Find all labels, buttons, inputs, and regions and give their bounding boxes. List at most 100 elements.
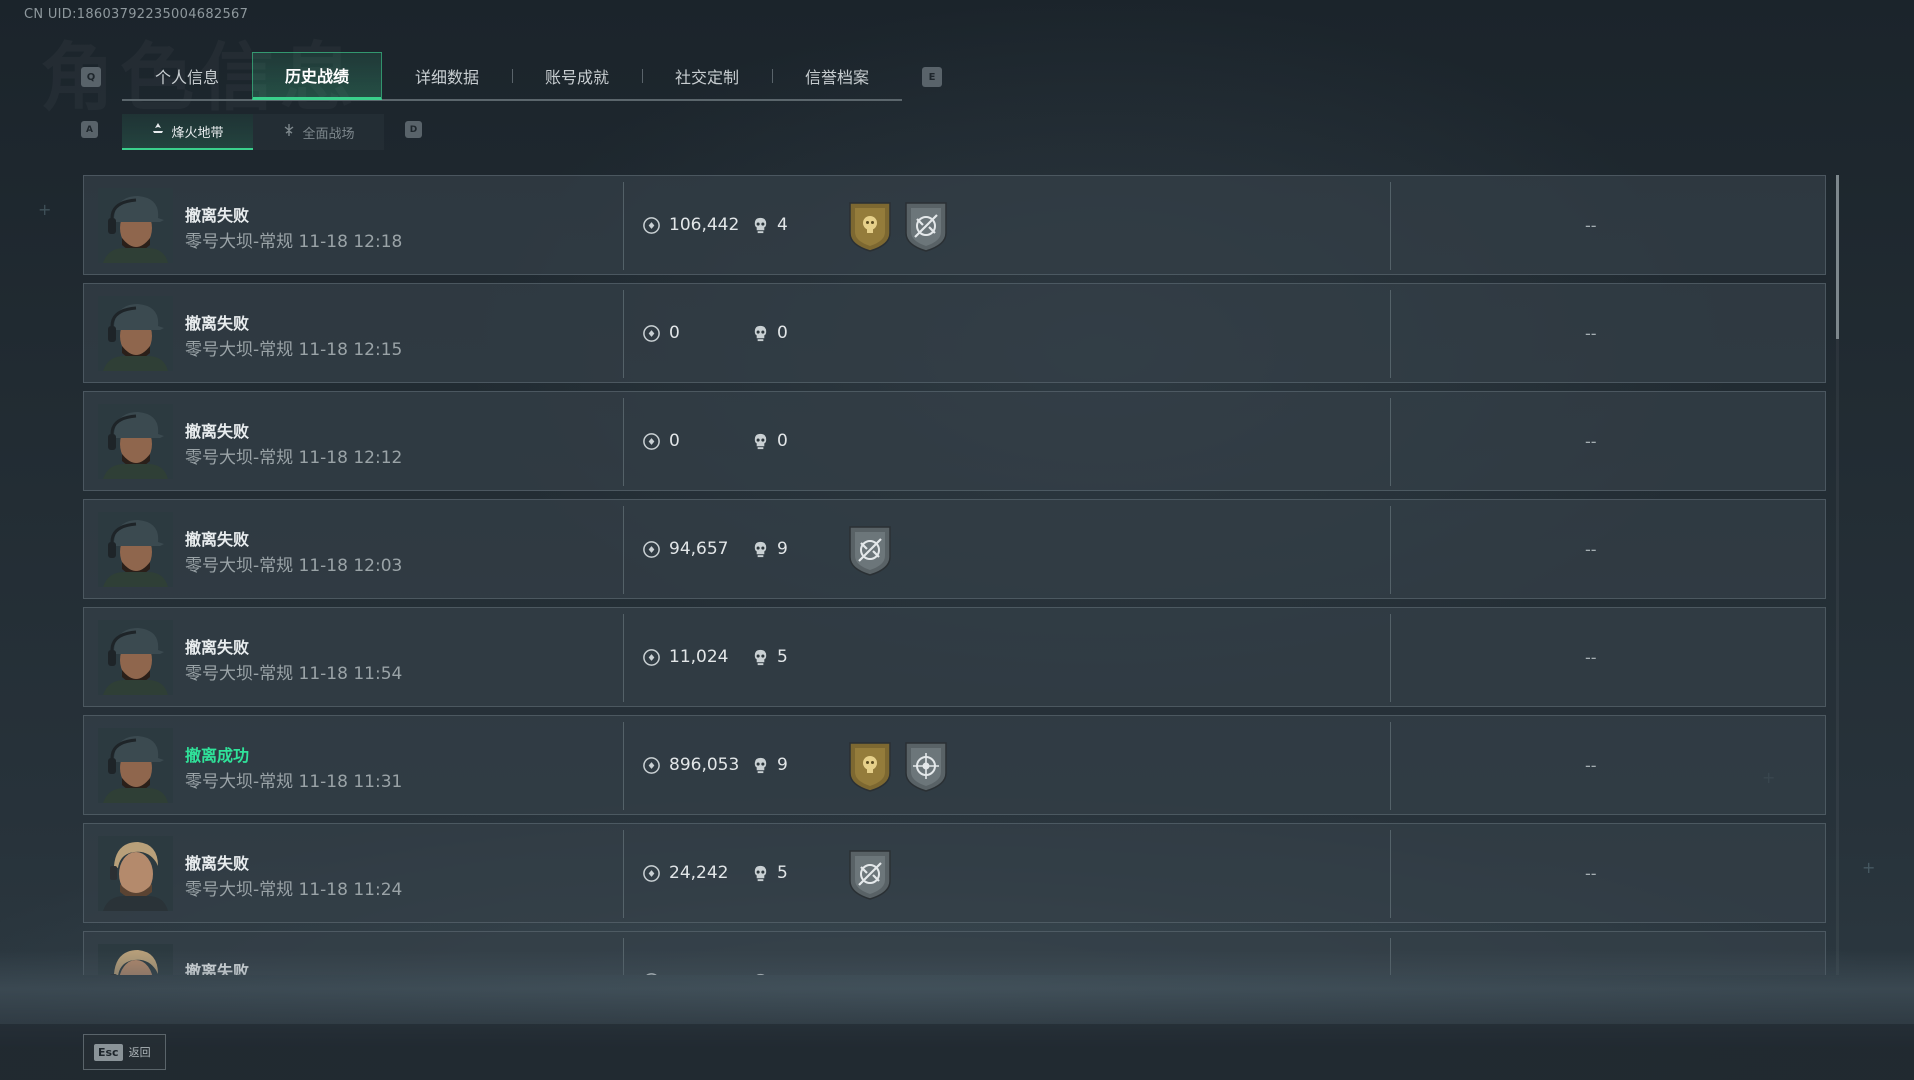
prev-tab-key-hint[interactable]: Q [81,67,101,87]
match-record-row[interactable]: 撤离失败零号大坝-常规 11-18 12:03 94,657 9 -- [83,499,1826,599]
match-record-row[interactable]: 撤离失败 零号大坝-常规 11-18 11:24 24,242 5 -- [83,823,1826,923]
kill-count: 5 [777,647,788,667]
kill-count: 0 [777,323,788,343]
kills-skull-icon [751,216,770,235]
loot-value: 0 [669,323,680,343]
extraction-status: 撤离失败 [185,206,250,225]
gray-target-badge[interactable] [903,739,949,793]
column-divider [623,830,624,918]
coin-value-icon [642,324,661,343]
scrollbar-thumb[interactable] [1836,175,1839,339]
column-divider [623,614,624,702]
next-tab-key-hint[interactable]: E [922,67,942,87]
coin-value-icon [642,864,661,883]
subtab-1[interactable]: 全面战场 [253,114,384,150]
map-and-time: 零号大坝-常规 11-18 11:24 [185,880,403,900]
match-record-row[interactable]: 撤离失败 零号大坝-常规 11-18 12:18 106,442 4 -- [83,175,1826,275]
loot-value: 0 [669,431,680,451]
column-divider [623,722,624,810]
background-crosshair-mark: + [1862,858,1876,877]
extraction-status: 撤离失败 [185,314,250,333]
esc-key-hint: Esc [94,1043,123,1061]
kills-skull-icon [751,648,770,667]
tab-1[interactable]: 历史战绩 [252,52,382,100]
coin-value-icon [642,432,661,451]
extraction-status: 撤离失败 [185,638,250,657]
match-record-row[interactable]: 撤离失败零号大坝-常规 11-18 12:12 0 0 -- [83,391,1826,491]
loot-value: 106,442 [669,215,740,235]
gray-crosshair-badge[interactable] [903,199,949,253]
bottom-bar [0,1024,1914,1080]
back-label: 返回 [128,1046,151,1059]
subtab-label: 烽火地带 [171,125,224,141]
gold-skull-badge[interactable] [847,199,893,253]
extraction-status: 撤离成功 [185,746,250,765]
operator-avatar [98,404,173,479]
loot-value: 94,657 [669,539,729,559]
tab-0[interactable]: 个人信息 [122,52,252,100]
extraction-status: 撤离失败 [185,854,250,873]
tab-5[interactable]: 信誉档案 [772,52,902,100]
column-divider [1390,614,1391,702]
match-record-row[interactable]: 撤离失败零号大坝-常规 11-18 12:15 0 0 -- [83,283,1826,383]
map-and-time: 零号大坝-常规 11-18 12:03 [185,556,403,576]
gray-crosshair-badge[interactable] [847,523,893,577]
tab-label: 详细数据 [414,68,479,87]
column-divider [1390,722,1391,810]
kills-skull-icon [751,864,770,883]
tab-3[interactable]: 账号成就 [512,52,642,100]
extraction-status: 撤离失败 [185,530,250,549]
subtab-0[interactable]: 烽火地带 [122,114,253,150]
extraction-status: 撤离失败 [185,422,250,441]
match-result-placeholder: -- [1585,216,1597,235]
prev-subtab-key-hint[interactable]: A [81,121,98,138]
column-divider [1390,182,1391,270]
tab-separator [772,69,773,83]
gold-skull-badge[interactable] [847,739,893,793]
gray-crosshair-badge[interactable] [847,847,893,901]
column-divider [623,182,624,270]
map-and-time: 零号大坝-常规 11-18 12:15 [185,340,403,360]
match-result-placeholder: -- [1585,324,1597,343]
kill-count: 9 [777,539,788,559]
back-button[interactable]: Esc 返回 [83,1034,166,1070]
tab-separator [512,69,513,83]
column-divider [623,398,624,486]
tab-2[interactable]: 详细数据 [382,52,512,100]
kill-count: 0 [777,431,788,451]
match-result-placeholder: -- [1585,540,1597,559]
operator-avatar [98,728,173,803]
kill-count: 4 [777,215,788,235]
coin-value-icon [642,756,661,775]
column-divider [1390,506,1391,594]
kill-count: 9 [777,755,788,775]
tab-label: 个人信息 [154,68,219,87]
mode-subtab-bar: 烽火地带 全面战场 [122,114,384,150]
player-uid: CN UID:18603792235004682567 [24,7,249,22]
coin-value-icon [642,216,661,235]
coin-value-icon [642,648,661,667]
match-result-placeholder: -- [1585,756,1597,775]
match-record-row[interactable]: 撤离成功 零号大坝-常规 11-18 11:31 896,053 9 -- [83,715,1826,815]
map-and-time: 零号大坝-常规 11-18 12:12 [185,448,403,468]
match-result-placeholder: -- [1585,648,1597,667]
tab-label: 信誉档案 [804,68,869,87]
kill-count: 5 [777,863,788,883]
background-crosshair-mark: + [38,200,52,219]
loot-value: 11,024 [669,647,729,667]
match-history-list[interactable]: 撤离失败 零号大坝-常规 11-18 12:18 106,442 4 -- 撤离失败 零号大… [83,175,1826,975]
match-result-placeholder: -- [1585,432,1597,451]
tab-4[interactable]: 社交定制 [642,52,772,100]
operator-avatar [98,836,173,911]
operator-avatar [98,620,173,695]
kills-skull-icon [751,540,770,559]
tab-label: 社交定制 [674,68,739,87]
kills-skull-icon [751,324,770,343]
kills-skull-icon [751,756,770,775]
warzone-mode-icon [151,122,165,140]
column-divider [1390,398,1391,486]
next-subtab-key-hint[interactable]: D [405,121,422,138]
column-divider [1390,290,1391,378]
column-divider [1390,830,1391,918]
match-record-row[interactable]: 撤离失败 零号大坝-常规 11-18 11:54 11,024 5 -- [83,607,1826,707]
